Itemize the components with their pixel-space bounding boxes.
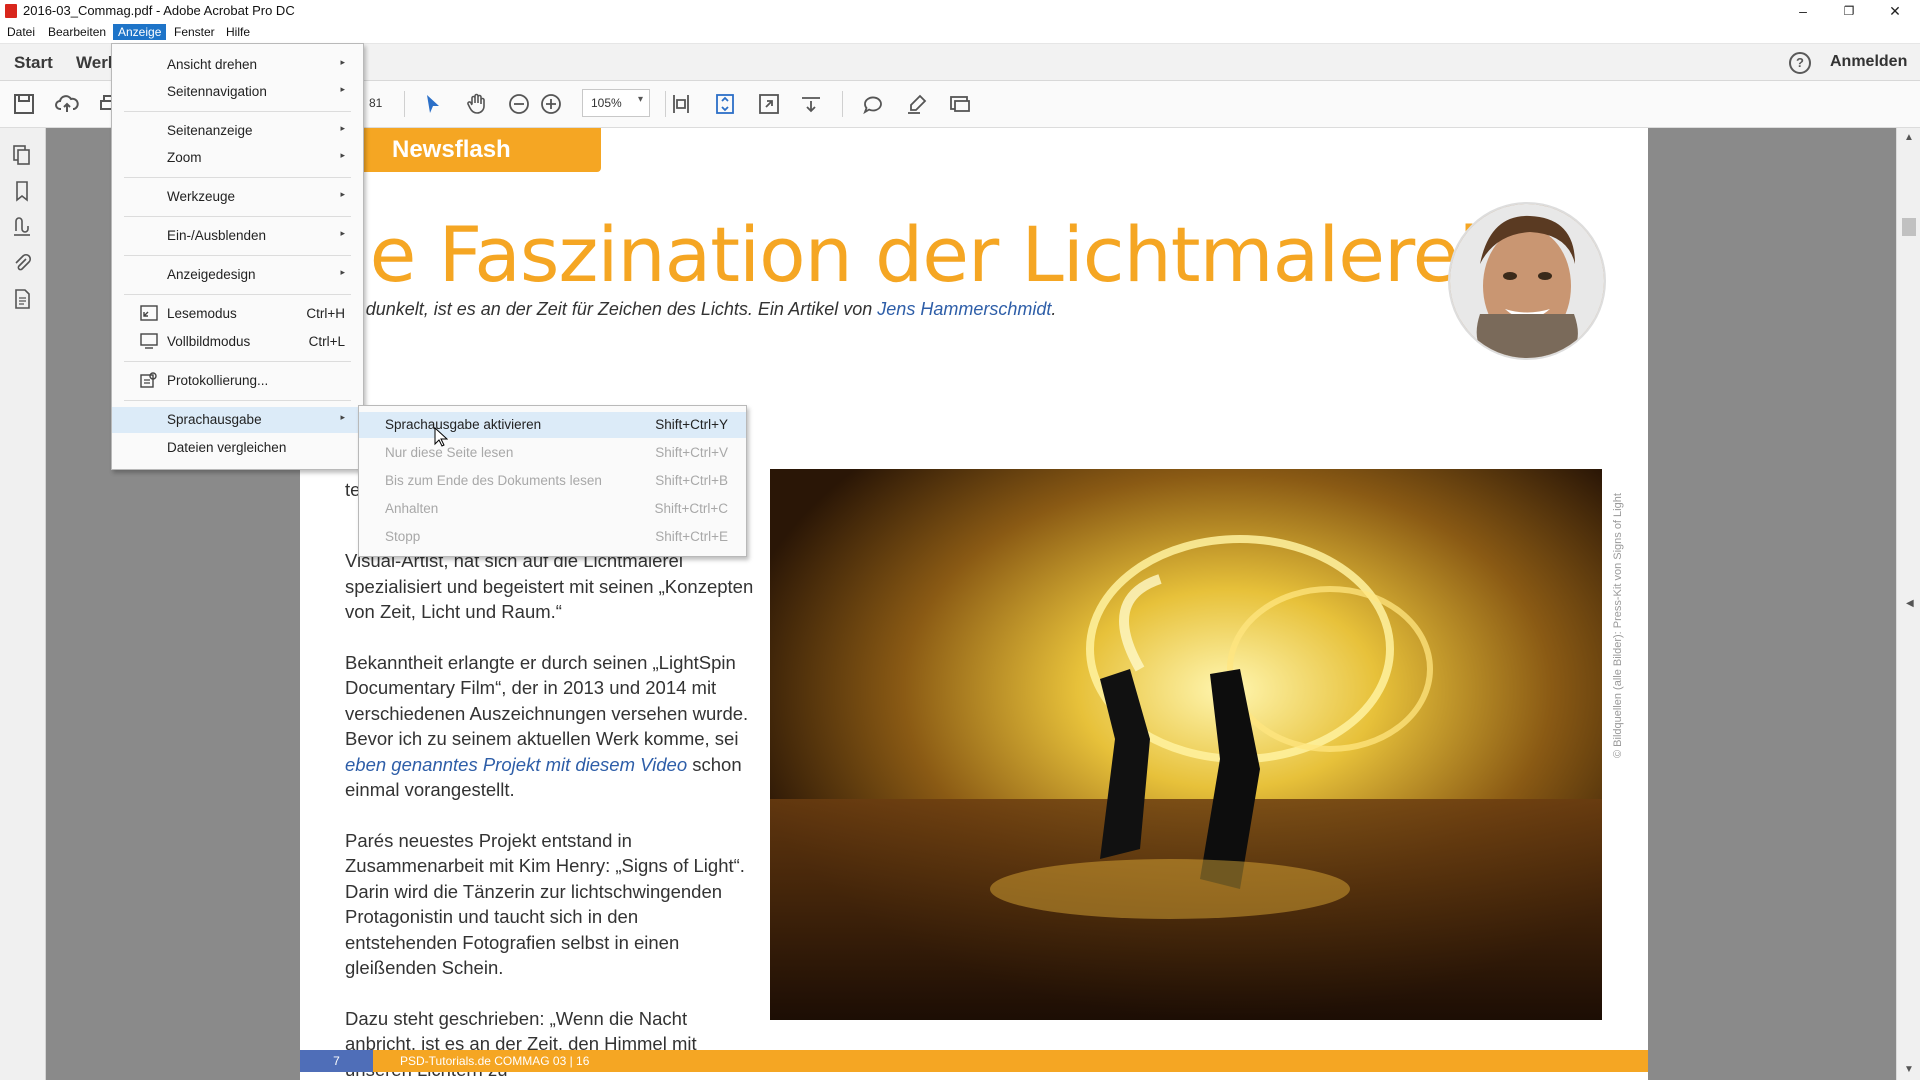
paragraph-1: Visual-Artist, hat sich auf die Lichtmal… [345,550,754,622]
zoom-out-icon[interactable] [506,91,532,117]
article-body: Visual-Artist, hat sich auf die Lichtmal… [345,548,755,1080]
paragraph-2: Bekanntheit erlangte er durch seinen „Li… [345,650,755,803]
zoom-select[interactable]: 105% ▾ [582,89,650,117]
read-mode-icon [140,305,158,321]
document-icon[interactable] [11,288,33,310]
tab-start[interactable]: Start [14,53,53,73]
signature-icon[interactable] [11,216,33,238]
read-out-loud-submenu: Sprachausgabe aktivieren Shift+Ctrl+Y Nur… [358,405,747,557]
attachment-icon[interactable] [11,252,33,274]
paragraph-2-text: Bekanntheit erlangte er durch seinen „Li… [345,651,749,750]
footer-page-number: 7 [300,1050,373,1072]
acrobat-app-icon [5,4,17,18]
menu-item-full-screen[interactable]: Vollbildmodus Ctrl+L [112,329,363,355]
view-menu: Ansicht drehen ▸ Seitennavigation ▸ Seiten… [111,43,364,470]
author-link[interactable]: Jens Hammerschmidt [877,299,1051,319]
save-icon[interactable] [11,91,37,117]
select-cursor-icon[interactable] [420,91,446,117]
page-number-field[interactable]: 81 [369,96,382,110]
menu-item-display-theme[interactable]: Anzeigedesign ▸ [112,262,363,288]
photo-credit: © Bildquellen (alle Bilder): Press-Kit v… [1612,493,1624,758]
submenu-item-stop: Stopp Shift+Ctrl+E [385,529,728,544]
full-screen-mode-icon [140,333,158,349]
scroll-down-icon[interactable]: ▼ [1904,1064,1914,1075]
menu-item-page-navigation[interactable]: Seitennavigation ▸ [112,79,363,105]
newsflash-label: Newsflash [392,136,511,163]
menu-fenster[interactable]: Fenster [169,24,220,40]
minimize-button[interactable]: – [1780,0,1826,22]
help-icon[interactable]: ? [1789,52,1811,74]
maximize-button[interactable]: ❐ [1826,0,1872,22]
window-title: 2016-03_Commag.pdf - Adobe Acrobat Pro D… [23,3,295,18]
menu-item-tools[interactable]: Werkzeuge ▸ [112,184,363,210]
scroll-up-icon[interactable]: ▲ [1904,132,1914,143]
comment-icon[interactable] [860,91,886,117]
highlight-pen-icon[interactable] [904,91,930,117]
submenu-item-activate-read-out-loud[interactable]: Sprachausgabe aktivieren Shift+Ctrl+Y [359,412,746,438]
title-bar: 2016-03_Commag.pdf - Adobe Acrobat Pro D… [0,0,1920,22]
zoom-value: 105% [591,96,622,110]
article-subtitle: Wenn es dunkelt, ist es an der Zeit für … [290,299,1056,320]
signin-button[interactable]: Anmelden [1830,53,1907,71]
submenu-item-read-this-page: Nur diese Seite lesen Shift+Ctrl+V [385,445,728,460]
zoom-in-icon[interactable] [538,91,564,117]
menu-item-show-hide[interactable]: Ein-/Ausblenden ▸ [112,223,363,249]
menu-item-tracking[interactable]: Protokollierung... [112,368,363,394]
fit-page-icon[interactable] [668,91,694,117]
menu-datei[interactable]: Datei [2,24,40,40]
article-photo [770,469,1602,1020]
scroll-mode-icon[interactable] [712,91,738,117]
collapse-right-panel-icon[interactable]: ◀ [1906,598,1914,609]
hand-tool-icon[interactable] [464,91,490,117]
upload-cloud-icon[interactable] [54,91,80,117]
menu-item-read-mode[interactable]: Lesemodus Ctrl+H [112,301,363,327]
page-thumbnails-icon[interactable] [11,144,33,166]
mouse-cursor-icon [434,427,448,447]
menu-item-rotate-view[interactable]: Ansicht drehen ▸ [112,52,363,78]
subtitle-suffix: . [1051,299,1057,319]
menu-anzeige[interactable]: Anzeige [113,24,167,40]
menu-item-zoom[interactable]: Zoom ▸ [112,145,363,171]
pdf-page: Newsflash Die Faszination der Lichtmaler… [290,128,1648,1080]
menu-hilfe[interactable]: Hilfe [221,24,255,40]
menu-item-page-display[interactable]: Seitenanzeige ▸ [112,118,363,144]
scrollbar-thumb[interactable] [1902,218,1916,236]
tracker-icon [140,372,157,388]
submenu-item-pause: Anhalten Shift+Ctrl+C [385,501,728,516]
vertical-scrollbar[interactable]: ▲ ◀ ▼ [1896,128,1920,1080]
author-portrait [1448,202,1606,360]
subtitle-text: Wenn es dunkelt, ist es an der Zeit für … [290,299,878,319]
footer-text: PSD-Tutorials.de COMMAG 03 | 16 [400,1054,590,1068]
menu-bearbeiten[interactable]: Bearbeiten [43,24,111,40]
paragraph-3: Parés neuestes Projekt entstand in Zusam… [345,829,745,979]
submenu-item-read-to-end: Bis zum Ende des Dokuments lesen Shift+Ct… [385,473,728,488]
article-title: Die Faszination der Lichtmalerei [292,210,1479,299]
close-button[interactable]: ✕ [1872,0,1918,22]
full-screen-icon[interactable] [756,91,782,117]
read-mode-icon[interactable] [798,91,824,117]
menu-item-read-out-loud[interactable]: Sprachausgabe ▸ [112,407,363,433]
chevron-down-icon: ▾ [637,94,643,105]
menu-item-compare-files[interactable]: Dateien vergleichen [112,435,363,461]
bookmark-icon[interactable] [11,180,33,202]
menu-bar: Datei Bearbeiten Anzeige Fenster Hilfe [0,22,1920,44]
video-link[interactable]: eben genanntes Projekt mit diesem Video [345,754,687,775]
left-navigation-panel: ◀ [0,128,55,1080]
share-screen-icon[interactable] [947,91,973,117]
